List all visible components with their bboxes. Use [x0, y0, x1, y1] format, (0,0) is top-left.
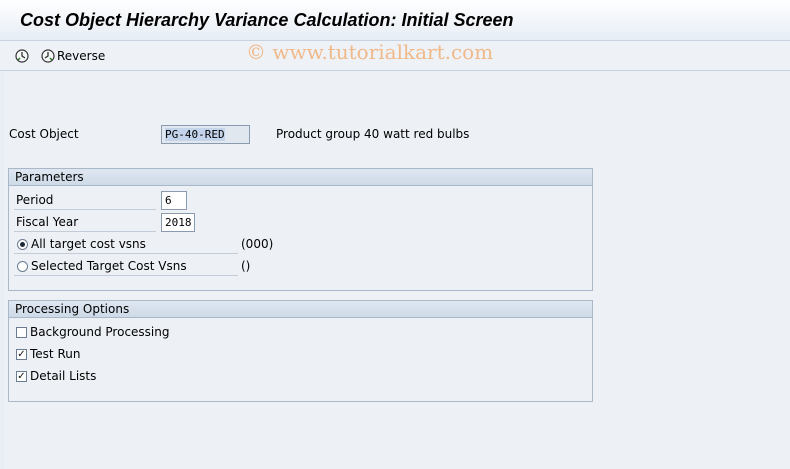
fiscal-year-underline	[14, 231, 156, 232]
background-processing-checkbox[interactable]	[16, 327, 27, 338]
period-underline	[14, 209, 156, 210]
watermark: © www.tutorialkart.com	[246, 40, 494, 64]
cost-object-description: Product group 40 watt red bulbs	[276, 127, 470, 141]
background-processing-label: Background Processing	[30, 325, 170, 339]
all-target-label: All target cost vsns	[31, 237, 146, 251]
selected-target-label: Selected Target Cost Vsns	[31, 259, 187, 273]
period-input[interactable]: 6	[161, 191, 187, 210]
reverse-label: Reverse	[57, 49, 106, 63]
parameters-group-title: Parameters	[9, 169, 592, 186]
test-run-checkbox[interactable]: ✓	[16, 349, 27, 360]
title-bar: Cost Object Hierarchy Variance Calculati…	[0, 0, 790, 41]
selected-target-value: ()	[241, 259, 251, 273]
execute-clock-icon	[15, 49, 29, 63]
cost-object-input[interactable]: PG-40-RED	[161, 125, 250, 144]
fiscal-year-label: Fiscal Year	[16, 215, 79, 229]
selected-target-underline	[14, 275, 238, 276]
period-label: Period	[16, 193, 54, 207]
test-run-label: Test Run	[30, 347, 81, 361]
processing-options-group: Processing Options	[8, 300, 593, 402]
all-target-underline	[14, 253, 238, 254]
page-title: Cost Object Hierarchy Variance Calculati…	[20, 10, 514, 30]
reverse-button[interactable]: Reverse	[41, 47, 105, 65]
cost-object-value: PG-40-RED	[165, 128, 225, 141]
all-target-radio[interactable]	[17, 239, 28, 250]
reverse-clock-icon	[41, 49, 55, 63]
execute-button[interactable]	[15, 47, 29, 65]
detail-lists-label: Detail Lists	[30, 369, 97, 383]
detail-lists-checkbox[interactable]: ✓	[16, 371, 27, 382]
processing-options-title: Processing Options	[9, 301, 592, 318]
cost-object-label: Cost Object	[9, 127, 79, 141]
selected-target-radio[interactable]	[17, 261, 28, 272]
all-target-value: (000)	[241, 237, 274, 251]
fiscal-year-input[interactable]: 2018	[161, 213, 195, 232]
